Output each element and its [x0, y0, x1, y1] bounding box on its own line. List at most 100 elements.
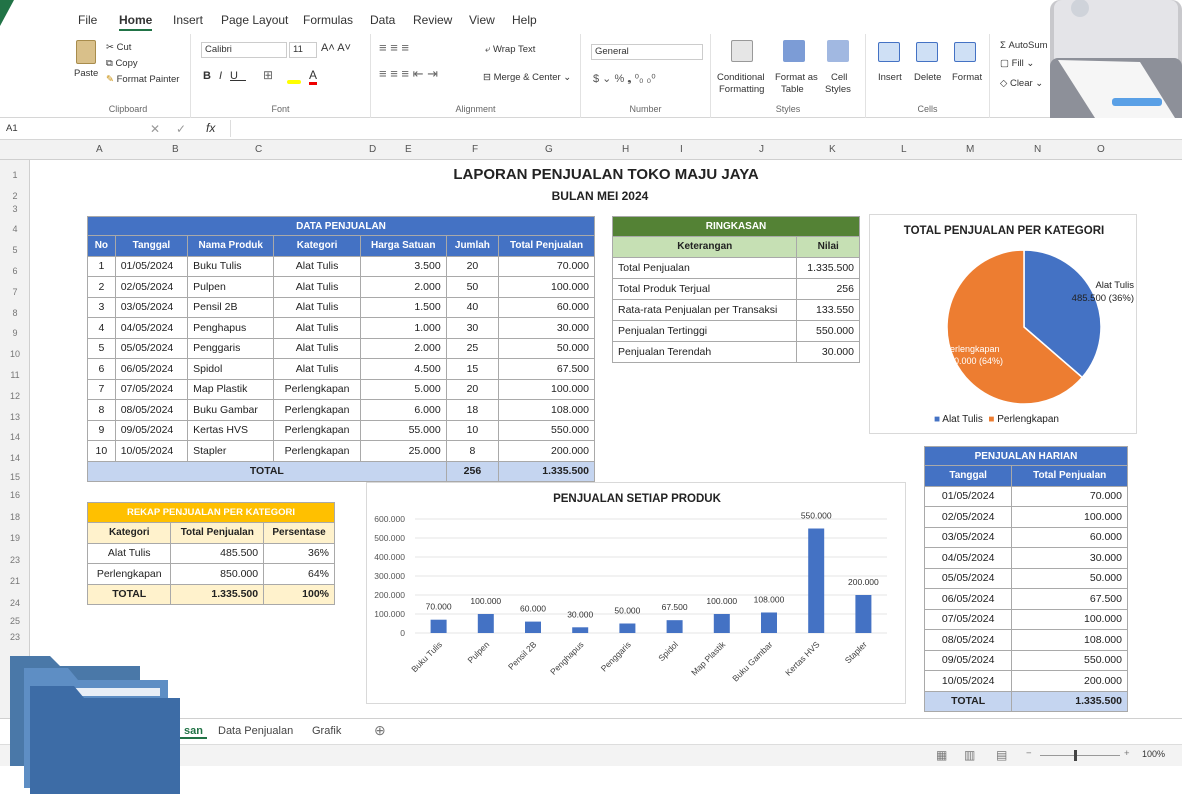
fill-button[interactable]: ▢ Fill ⌄: [1000, 58, 1034, 69]
table-cell[interactable]: 1.000: [359, 317, 447, 339]
pie-chart-card[interactable]: TOTAL PENJUALAN PER KATEGORI Alat Tulis 4…: [869, 214, 1137, 434]
table-cell[interactable]: 02/05/2024: [923, 506, 1013, 528]
row-15[interactable]: 15: [0, 472, 30, 482]
col-c[interactable]: C: [255, 144, 262, 155]
table-cell[interactable]: 70.000: [1011, 485, 1128, 507]
table-cell[interactable]: 6: [87, 358, 116, 380]
table-cell[interactable]: 4: [87, 317, 116, 339]
col-e[interactable]: E: [405, 144, 412, 155]
total-label[interactable]: TOTAL: [87, 460, 447, 482]
grow-font-icon[interactable]: A˄ A˅: [321, 42, 351, 54]
table-cell[interactable]: 7: [87, 378, 116, 400]
col-a[interactable]: A: [96, 144, 103, 155]
wrap-text-button[interactable]: ⤶ Wrap Text: [485, 44, 535, 55]
paste-icon[interactable]: [76, 40, 96, 64]
rekap-cell[interactable]: 485.500: [170, 542, 265, 564]
table-cell[interactable]: 4.500: [359, 358, 447, 380]
table-cell[interactable]: 5: [87, 337, 116, 359]
table-cell[interactable]: Penghapus: [187, 317, 275, 339]
row-18[interactable]: 18: [0, 512, 30, 522]
row-11[interactable]: 11: [0, 370, 30, 380]
row-25[interactable]: 25: [0, 616, 30, 626]
bar-stapler[interactable]: [855, 595, 872, 633]
col-i[interactable]: I: [680, 144, 683, 155]
formula-input[interactable]: [230, 120, 1170, 137]
table-cell[interactable]: 03/05/2024: [923, 526, 1013, 548]
row-2[interactable]: 2: [0, 191, 30, 201]
rekap-total-label[interactable]: TOTAL: [86, 583, 172, 605]
row-3[interactable]: 3: [0, 204, 30, 214]
sheet-tab-data-penjualan[interactable]: Data Penjualan: [218, 725, 293, 737]
bold-italic-underline-icon[interactable]: BIU: [203, 70, 246, 82]
cell-styles-button[interactable]: Cell: [831, 72, 847, 83]
table-cell[interactable]: Pulpen: [187, 276, 275, 298]
format-button[interactable]: Format: [952, 72, 982, 83]
col-h[interactable]: H: [622, 144, 629, 155]
table-cell[interactable]: 02/05/2024: [114, 276, 189, 298]
row-5[interactable]: 5: [0, 245, 30, 255]
table-cell[interactable]: 09/05/2024: [923, 649, 1013, 671]
row-24[interactable]: 24: [0, 598, 30, 608]
table-cell[interactable]: 200.000: [498, 440, 595, 462]
table-cell[interactable]: 70.000: [498, 255, 595, 277]
align-left-icon[interactable]: ≡ ≡ ≡ ⇤ ⇥: [379, 66, 438, 82]
table-cell[interactable]: 550.000: [1011, 649, 1128, 671]
table-cell[interactable]: Alat Tulis: [273, 358, 361, 380]
zoom-slider-thumb[interactable]: [1074, 750, 1077, 761]
zoom-in-icon[interactable]: +: [1124, 748, 1130, 759]
total-qty[interactable]: 256: [445, 460, 500, 482]
table-cell[interactable]: Alat Tulis: [273, 337, 361, 359]
row-9[interactable]: 9: [0, 328, 30, 338]
rekap-cell[interactable]: Perlengkapan: [86, 563, 172, 585]
tab-insert[interactable]: Insert: [173, 13, 203, 27]
zoom-level[interactable]: 100%: [1142, 749, 1165, 759]
table-cell[interactable]: 3.500: [359, 255, 447, 277]
table-cell[interactable]: 40: [445, 296, 500, 318]
zoom-out-icon[interactable]: −: [1026, 748, 1032, 759]
insert-function-button[interactable]: fx: [206, 121, 215, 135]
row-12[interactable]: 12: [0, 391, 30, 401]
col-j[interactable]: J: [759, 144, 764, 155]
table-cell[interactable]: 30.000: [796, 340, 860, 363]
table-cell[interactable]: Buku Tulis: [187, 255, 275, 277]
page-layout-view-icon[interactable]: ▥: [964, 748, 975, 762]
col-b[interactable]: B: [172, 144, 179, 155]
table-cell[interactable]: Buku Gambar: [187, 399, 275, 421]
bar-buku-gambar[interactable]: [761, 612, 777, 633]
table-cell[interactable]: 100.000: [1011, 506, 1128, 528]
col-k[interactable]: K: [829, 144, 836, 155]
table-cell[interactable]: 20: [445, 378, 500, 400]
row-19[interactable]: 19: [0, 533, 30, 543]
paste-button[interactable]: Paste: [74, 68, 98, 79]
table-cell[interactable]: 05/05/2024: [923, 567, 1013, 589]
row-14b[interactable]: 14: [0, 453, 30, 463]
table-cell[interactable]: Kertas HVS: [187, 419, 275, 441]
rekap-total-pct[interactable]: 100%: [263, 583, 335, 605]
font-size-select[interactable]: 11: [289, 42, 317, 58]
align-top-icon[interactable]: ≡ ≡ ≡: [379, 40, 409, 55]
table-cell[interactable]: 108.000: [498, 399, 595, 421]
table-cell[interactable]: 50.000: [1011, 567, 1128, 589]
format-as-table-button[interactable]: Format as: [775, 72, 818, 83]
table-cell[interactable]: 8: [87, 399, 116, 421]
harian-total-value[interactable]: 1.335.500: [1011, 690, 1128, 712]
cut-button[interactable]: ✂ Cut: [106, 42, 131, 53]
table-cell[interactable]: 2: [87, 276, 116, 298]
table-cell[interactable]: 5.000: [359, 378, 447, 400]
format-painter-button[interactable]: ✎ Format Painter: [106, 74, 179, 85]
tab-file[interactable]: File: [78, 13, 97, 27]
table-cell[interactable]: 55.000: [359, 419, 447, 441]
table-cell[interactable]: Penjualan Terendah: [611, 340, 798, 363]
table-cell[interactable]: 07/05/2024: [923, 608, 1013, 630]
bar-pulpen[interactable]: [477, 614, 494, 633]
table-cell[interactable]: 1.500: [359, 296, 447, 318]
col-m[interactable]: M: [966, 144, 974, 155]
bar-buku-tulis[interactable]: [430, 619, 447, 633]
tab-formulas[interactable]: Formulas: [303, 13, 353, 27]
conditional-formatting-icon[interactable]: [731, 40, 753, 62]
row-13[interactable]: 13: [0, 412, 30, 422]
table-cell[interactable]: Perlengkapan: [273, 378, 361, 400]
table-cell[interactable]: 05/05/2024: [114, 337, 189, 359]
rekap-cell[interactable]: Alat Tulis: [86, 542, 172, 564]
table-cell[interactable]: 108.000: [1011, 629, 1128, 651]
